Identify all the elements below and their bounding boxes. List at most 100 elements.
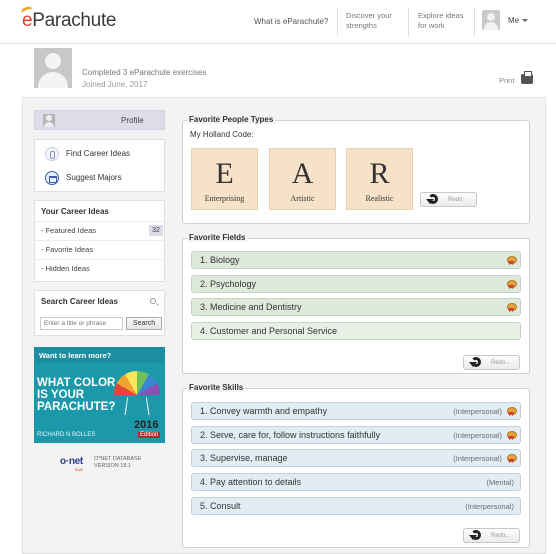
sidebar-item-suggest-majors[interactable]: Suggest Majors (35, 166, 166, 190)
skill-item[interactable]: 4. Pay attention to details (Mental) (191, 473, 521, 491)
holland-name: Artistic (290, 194, 315, 203)
skill-category: (Interpersonal) (465, 502, 514, 511)
redo-fields-button[interactable]: Redo... (463, 355, 520, 370)
university-icon (45, 171, 59, 185)
holland-letter: A (291, 157, 314, 190)
career-ideas-title: Your Career Ideas (41, 207, 109, 216)
book-title: WHAT COLOR IS YOUR PARACHUTE? (37, 377, 116, 413)
skill-item-label: 2. Serve, care for, follow instructions … (200, 430, 381, 440)
profile-summary: Completed 3 eParachute exercises Joined … (22, 44, 546, 94)
book-edition: Edition (138, 432, 161, 438)
onet-database-version: O*NET DATABASE VERSION 18.1 (94, 456, 142, 469)
skill-item[interactable]: 1. Convey warmth and empathy (Interperso… (191, 402, 521, 420)
featured-count-badge: 32 (149, 225, 163, 236)
redo-icon (469, 530, 481, 540)
parachute-icon (114, 371, 160, 395)
divider (35, 240, 164, 241)
search-career-box: Search Career Ideas Search (34, 290, 165, 336)
field-item-label: 1. Biology (200, 255, 240, 265)
search-button[interactable]: Search (126, 317, 162, 330)
skill-category: (Interpersonal) (453, 407, 502, 416)
nav-divider (474, 8, 475, 36)
skill-category: (Mental) (486, 478, 514, 487)
field-item[interactable]: 4. Customer and Personal Service (191, 322, 521, 340)
logo-e: e (22, 10, 33, 31)
hidden-ideas-link[interactable]: - Hidden Ideas (41, 264, 90, 273)
logo-text: Parachute (32, 10, 117, 31)
search-career-title: Search Career Ideas (41, 297, 118, 306)
divider (35, 259, 164, 260)
nav-divider (337, 8, 338, 36)
redo-icon (469, 357, 481, 367)
book-advertisement[interactable]: Want to learn more? WHAT COLOR IS YOUR P… (34, 347, 165, 443)
redo-people-types-button[interactable]: Redo (420, 192, 477, 207)
field-item[interactable]: 1. Biology (191, 251, 521, 269)
search-input[interactable] (40, 317, 123, 330)
skill-item[interactable]: 5. Consult (Interpersonal) (191, 497, 521, 515)
sidebar-item-find-career[interactable]: Find Career Ideas (35, 142, 166, 166)
skill-item-label: 5. Consult (200, 501, 241, 511)
parachute-strings (124, 397, 150, 415)
book-author: RICHARD N BOLLES (37, 432, 96, 438)
field-item[interactable]: 2. Psychology (191, 275, 521, 293)
completed-exercises-text: Completed 3 eParachute exercises (82, 68, 207, 77)
redo-label: Redo... (491, 533, 511, 539)
sidebar-item-label: Suggest Majors (66, 173, 122, 182)
nav-explore[interactable]: Explore ideas for work (418, 11, 474, 31)
lightbulb-icon (45, 147, 59, 161)
nav-what-is[interactable]: What is eParachute? (254, 17, 328, 26)
divider (35, 221, 164, 222)
redo-skills-button[interactable]: Redo... (463, 528, 520, 543)
holland-tile-enterprising: E Enterprising (191, 148, 258, 210)
favorite-ideas-link[interactable]: - Favorite Ideas (41, 245, 93, 254)
sidebar-item-label: Profile (121, 116, 144, 125)
medal-icon (507, 303, 517, 312)
skill-item-label: 3. Supervise, manage (200, 453, 288, 463)
skill-category: (Interpersonal) (453, 431, 502, 440)
field-item-label: 2. Psychology (200, 279, 257, 289)
skill-item-label: 4. Pay attention to details (200, 477, 302, 487)
fields-title: Favorite Fields (187, 233, 248, 242)
holland-name: Realistic (365, 194, 394, 203)
holland-letter: E (215, 157, 234, 190)
medal-icon (507, 256, 517, 265)
skills-title: Favorite Skills (187, 383, 246, 392)
holland-name: Enterprising (204, 194, 245, 203)
nav-discover[interactable]: Discover your strengths (346, 11, 402, 31)
skill-item[interactable]: 2. Serve, care for, follow instructions … (191, 426, 521, 444)
want-more-banner: Want to learn more? (34, 347, 165, 363)
profile-avatar (34, 48, 72, 88)
user-menu-label[interactable]: Me (508, 16, 519, 25)
nav-divider (408, 8, 409, 36)
redo-label: Redo (448, 197, 463, 203)
onet-logo: o·net (60, 456, 83, 467)
skill-category: (Interpersonal) (453, 454, 502, 463)
chevron-down-icon[interactable] (522, 19, 528, 22)
holland-tile-artistic: A Artistic (269, 148, 336, 210)
top-header: eParachute What is eParachute? Discover … (0, 0, 556, 44)
redo-icon (426, 194, 438, 204)
featured-ideas-link[interactable]: - Featured Ideas (41, 226, 96, 235)
printer-icon[interactable] (521, 71, 533, 84)
joined-date-text: Joined June, 2017 (82, 80, 148, 89)
search-icon (150, 298, 156, 304)
book-year: 2016 (134, 419, 159, 431)
field-item[interactable]: 3. Medicine and Dentistry (191, 298, 521, 316)
sidebar-tools: Find Career Ideas Suggest Majors (34, 139, 165, 192)
onet-sub: Built (75, 467, 83, 472)
people-types-title: Favorite People Types (187, 115, 276, 124)
field-item-label: 3. Medicine and Dentistry (200, 302, 302, 312)
print-link[interactable]: Print (499, 76, 514, 85)
holland-code-label: My Holland Code: (190, 130, 254, 139)
medal-icon (507, 280, 517, 289)
person-icon (43, 114, 55, 127)
skill-item-label: 1. Convey warmth and empathy (200, 406, 328, 416)
sidebar-item-profile[interactable]: Profile (34, 110, 165, 130)
eparachute-logo[interactable]: eParachute (22, 10, 117, 32)
user-avatar-icon[interactable] (482, 10, 500, 30)
field-item-label: 4. Customer and Personal Service (200, 326, 338, 336)
holland-tile-realistic: R Realistic (346, 148, 413, 210)
redo-label: Redo... (491, 360, 511, 366)
sidebar-item-label: Find Career Ideas (66, 149, 131, 158)
skill-item[interactable]: 3. Supervise, manage (Interpersonal) (191, 449, 521, 467)
